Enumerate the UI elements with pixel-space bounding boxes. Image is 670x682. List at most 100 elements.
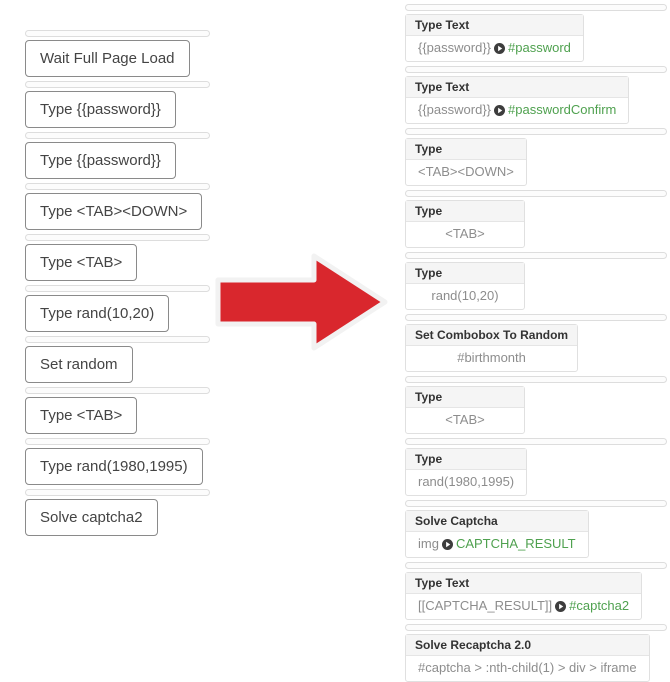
drop-placeholder[interactable] bbox=[25, 285, 210, 292]
list-item: Type <TAB> bbox=[25, 234, 210, 281]
step-card-title: Solve Captcha bbox=[406, 511, 588, 532]
step-selector: CAPTCHA_RESULT bbox=[455, 536, 576, 551]
step-card-title: Type Text bbox=[406, 77, 629, 98]
drop-placeholder[interactable] bbox=[405, 128, 667, 135]
step-button[interactable]: Type <TAB> bbox=[25, 397, 138, 434]
list-item: Set Combobox To Random #birthmonth bbox=[405, 314, 667, 372]
step-card[interactable]: Type rand(1980,1995) bbox=[405, 448, 528, 496]
red-right-arrow-icon bbox=[215, 253, 388, 351]
step-card-title: Type Text bbox=[406, 15, 583, 36]
step-value: <TAB> bbox=[445, 412, 485, 427]
red-right-arrow bbox=[214, 252, 389, 352]
drop-placeholder[interactable] bbox=[405, 438, 667, 445]
step-card[interactable]: Type Text [[CAPTCHA_RESULT]] #captcha2 bbox=[405, 572, 643, 620]
step-value: rand(1980,1995) bbox=[418, 474, 515, 489]
list-item: Type Text {{password}} #password bbox=[405, 4, 667, 62]
step-card-title: Type bbox=[406, 387, 524, 408]
step-card-body: #captcha > :nth-child(1) > div > iframe bbox=[406, 656, 649, 681]
simple-step-list: Wait Full Page Load Type {{password}} Type… bbox=[25, 26, 210, 550]
step-button[interactable]: Type {{password}} bbox=[25, 142, 176, 179]
step-value: <TAB><DOWN> bbox=[418, 164, 514, 179]
arrow-circle-right-icon bbox=[494, 42, 506, 54]
drop-placeholder[interactable] bbox=[405, 376, 667, 383]
drop-placeholder[interactable] bbox=[25, 234, 210, 241]
step-button[interactable]: Type {{password}} bbox=[25, 91, 176, 128]
drop-placeholder[interactable] bbox=[405, 190, 667, 197]
drop-placeholder[interactable] bbox=[25, 438, 210, 445]
arrow-circle-right-icon bbox=[441, 538, 453, 550]
step-card-body: img CAPTCHA_RESULT bbox=[406, 532, 588, 557]
drop-placeholder[interactable] bbox=[405, 500, 667, 507]
list-item: Type <TAB><DOWN> bbox=[25, 183, 210, 230]
drop-placeholder[interactable] bbox=[405, 314, 667, 321]
list-item: Type {{password}} bbox=[25, 132, 210, 179]
step-card[interactable]: Solve Captcha img CAPTCHA_RESULT bbox=[405, 510, 589, 558]
list-item: Solve Captcha img CAPTCHA_RESULT bbox=[405, 500, 667, 558]
list-item: Type rand(10,20) bbox=[405, 252, 667, 310]
step-card-body: {{password}} #passwordConfirm bbox=[406, 98, 628, 123]
step-card-body: rand(1980,1995) bbox=[406, 470, 526, 495]
drop-placeholder[interactable] bbox=[25, 387, 210, 394]
drop-placeholder[interactable] bbox=[25, 132, 210, 139]
drop-placeholder[interactable] bbox=[405, 4, 667, 11]
list-item: Type <TAB> bbox=[25, 387, 210, 434]
step-button[interactable]: Type <TAB> bbox=[25, 244, 138, 281]
step-card[interactable]: Type Text {{password}} #passwordConfirm bbox=[405, 76, 630, 124]
step-value: <TAB> bbox=[445, 226, 485, 241]
step-card-body: [[CAPTCHA_RESULT]] #captcha2 bbox=[406, 594, 641, 619]
step-value: #captcha > :nth-child(1) > div > iframe bbox=[418, 660, 637, 675]
step-card[interactable]: Type rand(10,20) bbox=[405, 262, 525, 310]
step-button[interactable]: Type rand(10,20) bbox=[25, 295, 170, 332]
drop-placeholder[interactable] bbox=[25, 336, 210, 343]
step-card-body: <TAB> bbox=[406, 222, 524, 247]
step-card-body: {{password}} #password bbox=[406, 36, 583, 61]
step-card[interactable]: Solve Recaptcha 2.0 #captcha > :nth-child… bbox=[405, 634, 650, 682]
drop-placeholder[interactable] bbox=[25, 183, 210, 190]
drop-placeholder[interactable] bbox=[25, 30, 210, 37]
step-value: img bbox=[418, 536, 439, 551]
list-item: Type <TAB> bbox=[405, 376, 667, 434]
drop-placeholder[interactable] bbox=[25, 489, 210, 496]
list-item: Type rand(1980,1995) bbox=[25, 438, 210, 485]
step-button[interactable]: Type <TAB><DOWN> bbox=[25, 193, 203, 230]
step-value: rand(10,20) bbox=[431, 288, 499, 303]
step-value: {{password}} bbox=[418, 102, 492, 117]
step-button[interactable]: Wait Full Page Load bbox=[25, 40, 190, 77]
list-item: Set random bbox=[25, 336, 210, 383]
list-item: Type <TAB> bbox=[405, 190, 667, 248]
step-button[interactable]: Type rand(1980,1995) bbox=[25, 448, 203, 485]
list-item: Solve Recaptcha 2.0 #captcha > :nth-child… bbox=[405, 624, 667, 682]
step-selector: #password bbox=[508, 40, 571, 55]
list-item: Type rand(10,20) bbox=[25, 285, 210, 332]
step-card-title: Solve Recaptcha 2.0 bbox=[406, 635, 649, 656]
step-selector: #passwordConfirm bbox=[508, 102, 617, 117]
step-card[interactable]: Type <TAB><DOWN> bbox=[405, 138, 527, 186]
step-card-title: Set Combobox To Random bbox=[406, 325, 578, 346]
step-card-body: <TAB> bbox=[406, 408, 524, 433]
list-item: Type Text [[CAPTCHA_RESULT]] #captcha2 bbox=[405, 562, 667, 620]
drop-placeholder[interactable] bbox=[405, 624, 667, 631]
step-value: #birthmonth bbox=[457, 350, 526, 365]
drop-placeholder[interactable] bbox=[25, 81, 210, 88]
step-card[interactable]: Type Text {{password}} #password bbox=[405, 14, 584, 62]
step-card-title: Type bbox=[406, 139, 526, 160]
step-button[interactable]: Solve captcha2 bbox=[25, 499, 158, 536]
step-card[interactable]: Type <TAB> bbox=[405, 200, 525, 248]
list-item: Type {{password}} bbox=[25, 81, 210, 128]
step-card-body: #birthmonth bbox=[406, 346, 577, 371]
step-card-body: rand(10,20) bbox=[406, 284, 524, 309]
step-card[interactable]: Type <TAB> bbox=[405, 386, 525, 434]
step-button[interactable]: Set random bbox=[25, 346, 133, 383]
detailed-step-list: Type Text {{password}} #password Type Text{… bbox=[405, 0, 667, 682]
step-card-title: Type bbox=[406, 263, 524, 284]
drop-placeholder[interactable] bbox=[405, 66, 667, 73]
drop-placeholder[interactable] bbox=[405, 252, 667, 259]
list-item: Type rand(1980,1995) bbox=[405, 438, 667, 496]
step-card-title: Type Text bbox=[406, 573, 642, 594]
drop-placeholder[interactable] bbox=[405, 562, 667, 569]
list-item: Type Text {{password}} #passwordConfirm bbox=[405, 66, 667, 124]
list-item: Type <TAB><DOWN> bbox=[405, 128, 667, 186]
step-card-body: <TAB><DOWN> bbox=[406, 160, 526, 185]
step-card-title: Type bbox=[406, 449, 527, 470]
step-card[interactable]: Set Combobox To Random #birthmonth bbox=[405, 324, 579, 372]
